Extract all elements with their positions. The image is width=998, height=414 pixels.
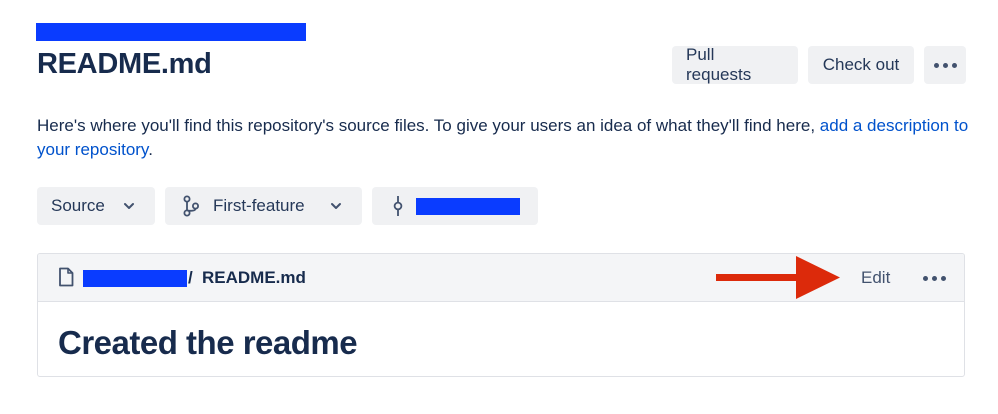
branch-icon bbox=[183, 195, 199, 217]
branch-dropdown-label: First-feature bbox=[213, 196, 305, 215]
redacted-repo-breadcrumb bbox=[36, 23, 306, 41]
file-panel: / README.md Edit Created the readme bbox=[37, 253, 965, 377]
more-horizontal-icon bbox=[933, 62, 957, 68]
page-title: README.md bbox=[37, 48, 212, 80]
arrow-annotation-icon bbox=[716, 256, 840, 299]
edit-button[interactable]: Edit bbox=[861, 268, 890, 288]
pull-requests-button[interactable]: Pull requests bbox=[672, 45, 798, 84]
commit-icon bbox=[392, 195, 404, 217]
description-text: Here's where you'll find this repository… bbox=[37, 116, 820, 135]
source-dropdown-label: Source bbox=[51, 196, 105, 215]
redacted-commit-hash bbox=[416, 197, 520, 215]
commit-dropdown[interactable] bbox=[372, 187, 538, 225]
redacted-file-path bbox=[83, 270, 187, 287]
file-more-icon[interactable] bbox=[923, 276, 946, 281]
source-selectors: Source First-feature bbox=[37, 187, 538, 225]
source-dropdown[interactable]: Source bbox=[37, 187, 155, 225]
repository-description: Here's where you'll find this repository… bbox=[37, 114, 972, 162]
chevron-down-icon bbox=[123, 202, 135, 210]
branch-dropdown[interactable]: First-feature bbox=[165, 187, 362, 225]
more-actions-button[interactable] bbox=[924, 46, 966, 84]
file-header: / README.md Edit bbox=[38, 254, 964, 302]
header-actions: Pull requests Check out bbox=[672, 45, 966, 84]
file-icon bbox=[58, 267, 74, 287]
readme-heading: Created the readme bbox=[58, 324, 358, 361]
description-suffix: . bbox=[148, 140, 153, 159]
check-out-button[interactable]: Check out bbox=[808, 46, 914, 84]
chevron-down-icon bbox=[330, 202, 342, 210]
file-name: README.md bbox=[202, 268, 306, 287]
path-separator: / bbox=[188, 268, 193, 287]
